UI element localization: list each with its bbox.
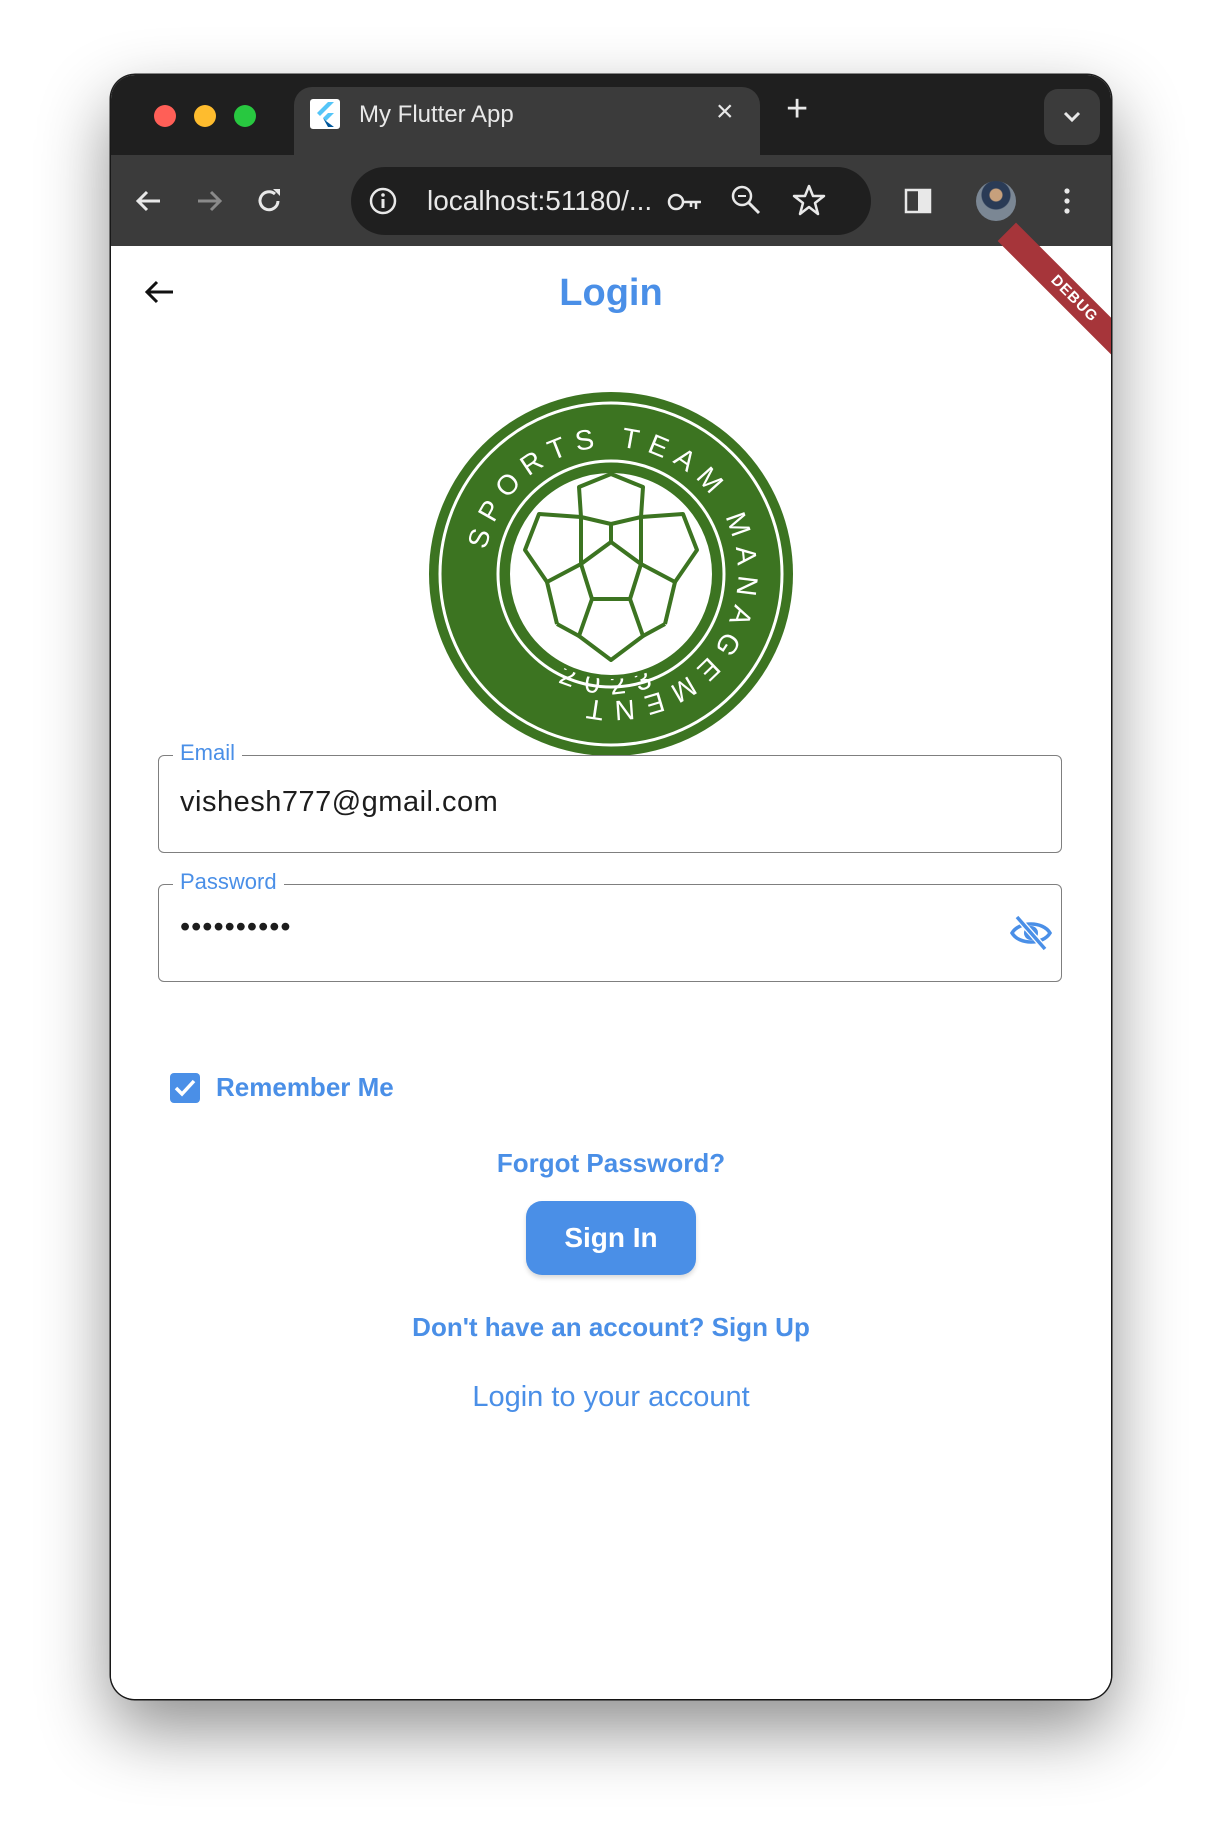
forgot-password-link[interactable]: Forgot Password? [111, 1148, 1111, 1179]
page-title: Login [559, 272, 663, 314]
browser-window: My Flutter App × + localhost:51180/... D… [111, 75, 1111, 1699]
close-icon[interactable]: × [716, 95, 734, 129]
maximize-window-button[interactable] [234, 105, 256, 127]
password-value[interactable]: •••••••••• [180, 911, 292, 944]
tab-title: My Flutter App [359, 101, 514, 128]
close-window-button[interactable] [154, 105, 176, 127]
sign-up-link[interactable]: Don't have an account? Sign Up [111, 1312, 1111, 1343]
remember-me-label[interactable]: Remember Me [216, 1072, 394, 1103]
star-icon[interactable] [791, 183, 827, 219]
sidepanel-icon[interactable] [898, 181, 938, 221]
info-icon[interactable] [367, 185, 399, 217]
zoom-icon[interactable] [729, 183, 763, 217]
forward-arrow-icon[interactable] [189, 181, 229, 221]
reload-icon[interactable] [249, 181, 289, 221]
tab-strip: My Flutter App × + [111, 75, 1111, 155]
app-page: DEBUG Login SPORTS TEAM MANAGEMENT 2023 [111, 222, 1111, 1699]
password-field[interactable]: Password •••••••••• [158, 869, 1062, 982]
remember-me-checkbox[interactable] [170, 1073, 200, 1103]
browser-toolbar: localhost:51180/... [111, 155, 1111, 246]
chevron-down-icon [1063, 111, 1081, 123]
address-bar[interactable]: localhost:51180/... [351, 167, 871, 235]
back-arrow-icon[interactable] [129, 181, 169, 221]
tab-search-button[interactable] [1044, 89, 1100, 145]
visibility-off-icon[interactable] [1009, 913, 1053, 953]
email-value[interactable]: vishesh777@gmail.com [180, 786, 498, 819]
sports-team-logo: SPORTS TEAM MANAGEMENT 2023 [429, 392, 793, 756]
minimize-window-button[interactable] [194, 105, 216, 127]
check-icon [174, 1079, 196, 1097]
flutter-favicon-icon [310, 99, 340, 129]
kebab-menu-icon[interactable] [1047, 181, 1087, 221]
login-subtitle: Login to your account [472, 1381, 750, 1413]
sign-in-button[interactable]: Sign In [526, 1201, 696, 1275]
url-text: localhost:51180/... [427, 185, 653, 216]
profile-avatar[interactable] [976, 181, 1016, 221]
email-field[interactable]: Email vishesh777@gmail.com [158, 740, 1062, 853]
email-label: Email [173, 740, 243, 766]
key-icon[interactable] [666, 187, 706, 217]
password-label: Password [173, 869, 284, 895]
browser-tab[interactable]: My Flutter App × [294, 87, 760, 155]
plus-icon[interactable]: + [786, 89, 808, 129]
